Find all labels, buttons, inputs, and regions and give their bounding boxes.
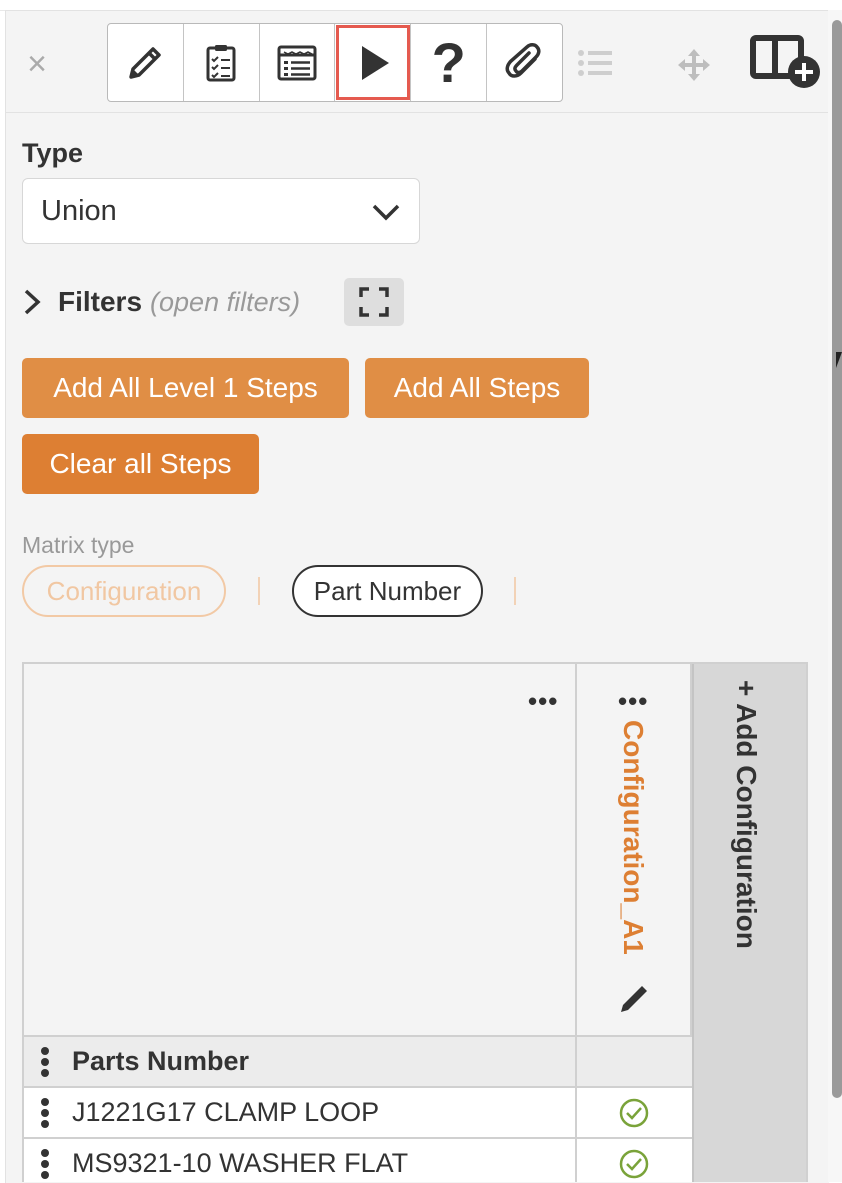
list-icon[interactable] xyxy=(577,47,613,79)
play-icon xyxy=(361,45,389,80)
add-panel-icon[interactable] xyxy=(749,32,823,90)
pencil-icon[interactable] xyxy=(617,980,653,1016)
add-configuration-column[interactable]: + Add Configuration xyxy=(692,664,806,1182)
add-configuration-label: + Add Configuration xyxy=(731,680,762,949)
chevron-right-icon xyxy=(24,289,41,315)
corner-menu-button[interactable]: ••• xyxy=(528,686,558,717)
type-select-value: Union xyxy=(41,195,117,227)
part-name: MS9321-10 WASHER FLAT xyxy=(72,1148,409,1178)
run-tool-button[interactable] xyxy=(335,24,412,101)
clear-all-steps-button[interactable]: Clear all Steps xyxy=(22,434,259,494)
checklist-tool-button[interactable] xyxy=(184,24,260,101)
column-divider xyxy=(575,1037,577,1088)
configuration-matrix: ••• ••• Configuration_A1 + Add Configura… xyxy=(22,662,808,1182)
check-circle-icon[interactable] xyxy=(618,1148,650,1180)
mouse-cursor xyxy=(836,352,842,368)
type-label: Type xyxy=(22,138,84,168)
form-tool-button[interactable] xyxy=(260,24,336,101)
parts-header-row: Parts Number xyxy=(24,1037,692,1088)
filters-toggle[interactable]: Filters (open filters) xyxy=(22,280,300,324)
matrix-type-label: Matrix type xyxy=(22,532,135,558)
paperclip-icon xyxy=(505,42,541,78)
row-header-label: Parts Number xyxy=(72,1046,250,1076)
check-circle-icon[interactable] xyxy=(618,1097,650,1129)
part-name: J1221G17 CLAMP LOOP xyxy=(72,1097,380,1127)
scrollbar-thumb[interactable] xyxy=(832,20,842,1098)
drag-handle-icon[interactable] xyxy=(40,1097,50,1129)
matrix-corner: ••• xyxy=(24,664,577,1037)
filters-hint: (open filters) xyxy=(150,286,301,317)
edit-tool-button[interactable] xyxy=(108,24,184,101)
attachment-tool-button[interactable] xyxy=(487,24,562,101)
clipboard-checklist-icon xyxy=(206,44,236,81)
expand-icon xyxy=(359,287,389,317)
form-list-icon xyxy=(277,45,317,80)
column-divider xyxy=(575,1088,577,1139)
add-all-steps-button[interactable]: Add All Steps xyxy=(365,358,589,418)
move-icon[interactable] xyxy=(676,47,712,83)
filters-label: Filters xyxy=(58,286,143,317)
column-divider xyxy=(575,1139,577,1182)
table-row: J1221G17 CLAMP LOOP xyxy=(24,1088,692,1139)
type-select[interactable]: Union xyxy=(22,178,420,244)
matrix-type-part-number[interactable]: Part Number xyxy=(292,565,483,617)
help-tool-button[interactable]: ? xyxy=(411,24,488,101)
close-button[interactable]: × xyxy=(20,45,54,83)
column-menu-button[interactable]: ••• xyxy=(618,686,648,717)
configuration-column-header: ••• Configuration_A1 xyxy=(577,664,692,1037)
header-divider xyxy=(5,112,828,113)
panel-toolbar: ? xyxy=(107,23,563,102)
help-icon: ? xyxy=(431,30,466,94)
drag-handle-icon[interactable] xyxy=(40,1046,50,1078)
add-all-level1-steps-button[interactable]: Add All Level 1 Steps xyxy=(22,358,349,418)
chevron-down-icon xyxy=(372,204,400,221)
pencil-icon xyxy=(129,46,162,79)
drag-handle-icon[interactable] xyxy=(40,1148,50,1180)
separator xyxy=(258,577,260,605)
separator xyxy=(514,577,516,605)
matrix-type-configuration[interactable]: Configuration xyxy=(22,565,226,617)
expand-filters-button[interactable] xyxy=(344,278,404,326)
table-row: MS9321-10 WASHER FLAT xyxy=(24,1139,692,1182)
configuration-name[interactable]: Configuration_A1 xyxy=(617,720,649,955)
